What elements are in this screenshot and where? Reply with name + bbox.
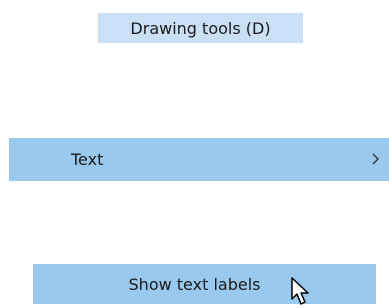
show-text-labels-button[interactable]: Show text labels [33, 264, 376, 304]
chevron-right-icon [372, 153, 379, 165]
show-text-labels-label: Show text labels [128, 274, 261, 294]
drawing-tools-tooltip: Drawing tools (D) [98, 13, 303, 43]
menu-item-text[interactable]: Text [9, 138, 389, 181]
mouse-pointer-icon [291, 277, 309, 305]
menu-item-label: Text [71, 150, 104, 169]
tooltip-text: Drawing tools (D) [130, 18, 271, 38]
